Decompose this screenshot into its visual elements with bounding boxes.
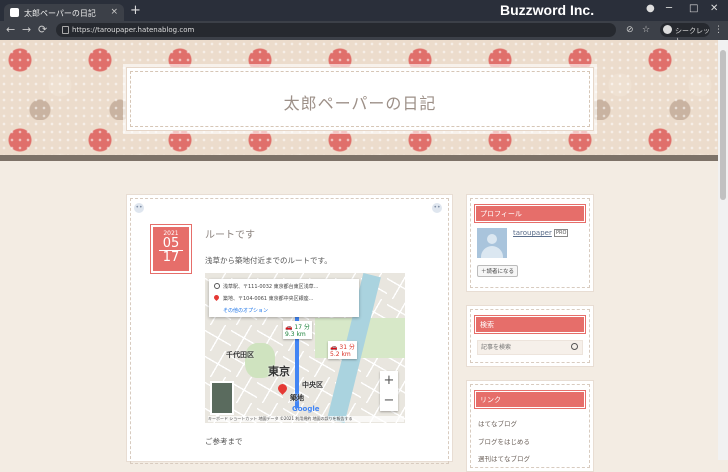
search-module [466,305,594,367]
address-bar[interactable]: https://taroupaper.hatenablog.com [56,23,616,37]
search-icon[interactable] [571,343,578,350]
date-day: 17 [162,250,180,265]
blog-title[interactable]: 太郎ペーパーの日記 [127,90,593,114]
menu-kebab-icon[interactable]: ⋮ [714,25,723,35]
scrollbar-thumb[interactable] [720,50,726,200]
origin-text[interactable]: 浅草駅、〒111-0032 東京都台東区浅草... [223,283,318,290]
origin-icon [214,283,220,289]
post-title[interactable]: ルートです [205,226,255,241]
favicon-icon [10,8,19,17]
links-heading: リンク [474,390,586,409]
zoom-in-button[interactable]: + [380,371,398,391]
route2-time: 31 分 [339,344,355,351]
directions-card[interactable]: 浅草駅、〒111-0032 東京都台東区浅草... 築地、〒104-0061 東… [209,279,359,317]
link-hatenablog[interactable]: はてなブログ [478,418,517,428]
card-corner-icon: •• [432,203,442,213]
route1-time: 17 分 [294,324,310,331]
link-weekly[interactable]: 週刊はてなブログ [478,453,530,463]
star-icon[interactable]: ☆ [642,25,650,35]
lock-icon [62,26,69,34]
map-label-tokyo: 東京 [268,365,290,378]
back-button[interactable]: ← [6,23,15,36]
forward-button[interactable]: → [22,23,31,36]
search-box [477,340,583,355]
route2-distance: 5.2 km [330,351,351,358]
card-corner-icon: •• [134,203,144,213]
profile-heading: プロフィール [474,204,586,223]
destination-text[interactable]: 築地、〒104-0061 東京都中央区銀座... [223,295,313,302]
links-heading-text: リンク [480,396,501,404]
close-window-button[interactable]: ✕ [710,3,718,14]
map-label-tsukiji: 築地 [290,394,304,402]
tab-title: 太郎ペーパーの日記 [24,9,96,18]
follow-button[interactable]: ＋読者になる [477,265,519,277]
maximize-button[interactable]: □ [689,3,698,14]
pro-badge: PRO [554,229,569,237]
post-intro: 浅草から築地付近までのルートです。 [205,256,332,265]
map-label-chuo: 中央区 [302,381,323,389]
new-tab-button[interactable]: + [130,3,141,18]
search-heading: 検索 [474,315,586,334]
google-logo: Google [292,405,320,413]
tab-close-icon[interactable]: × [110,7,118,17]
route-chip-slow[interactable]: 🚗 31 分 5.2 km [328,341,357,359]
avatar[interactable] [477,228,507,258]
search-heading-text: 検索 [480,321,494,329]
blog-title-box: 太郎ペーパーの日記 [126,67,594,131]
map-footer[interactable]: キーボード ショートカット 地図データ ©2021 利用規約 地図の誤りを報告す… [208,416,404,422]
search-input[interactable] [481,342,569,353]
route-chip-fast[interactable]: 🚗 17 分 9.3 km [283,321,312,339]
profile-heading-text: プロフィール [480,210,522,218]
follow-label: 読者になる [486,269,515,275]
post-outro: ご参考まで [205,437,243,446]
record-icon: ● [646,3,655,14]
brand-label: Buzzword Inc. [500,2,595,18]
zoom-out-button[interactable]: − [380,391,398,411]
route1-distance: 9.3 km [285,331,306,338]
map-zoom-control: + − [380,371,398,411]
destination-pin-icon [212,293,221,302]
profile-name-link[interactable]: taroupaper [513,229,552,237]
more-options-link[interactable]: その他のオプション [223,307,268,314]
url-text: https://taroupaper.hatenablog.com [72,26,195,34]
minimize-button[interactable]: ─ [666,3,672,14]
reload-button[interactable]: ⟳ [38,23,47,36]
incognito-icon [663,25,672,34]
avatar-body-icon [481,246,503,258]
date-month: 05 [159,237,183,251]
eye-off-icon[interactable]: ⊘ [626,25,634,35]
satellite-toggle[interactable] [210,381,234,415]
date-badge: 2021 05 17 [150,224,192,274]
header-bottom-band [0,155,718,161]
browser-tab[interactable]: 太郎ペーパーの日記 × [4,4,124,21]
link-start-blog[interactable]: ブログをはじめる [478,436,530,446]
map-label-chiyoda: 千代田区 [226,351,254,359]
incognito-indicator[interactable]: シークレット [660,23,710,45]
avatar-head-icon [487,234,497,244]
